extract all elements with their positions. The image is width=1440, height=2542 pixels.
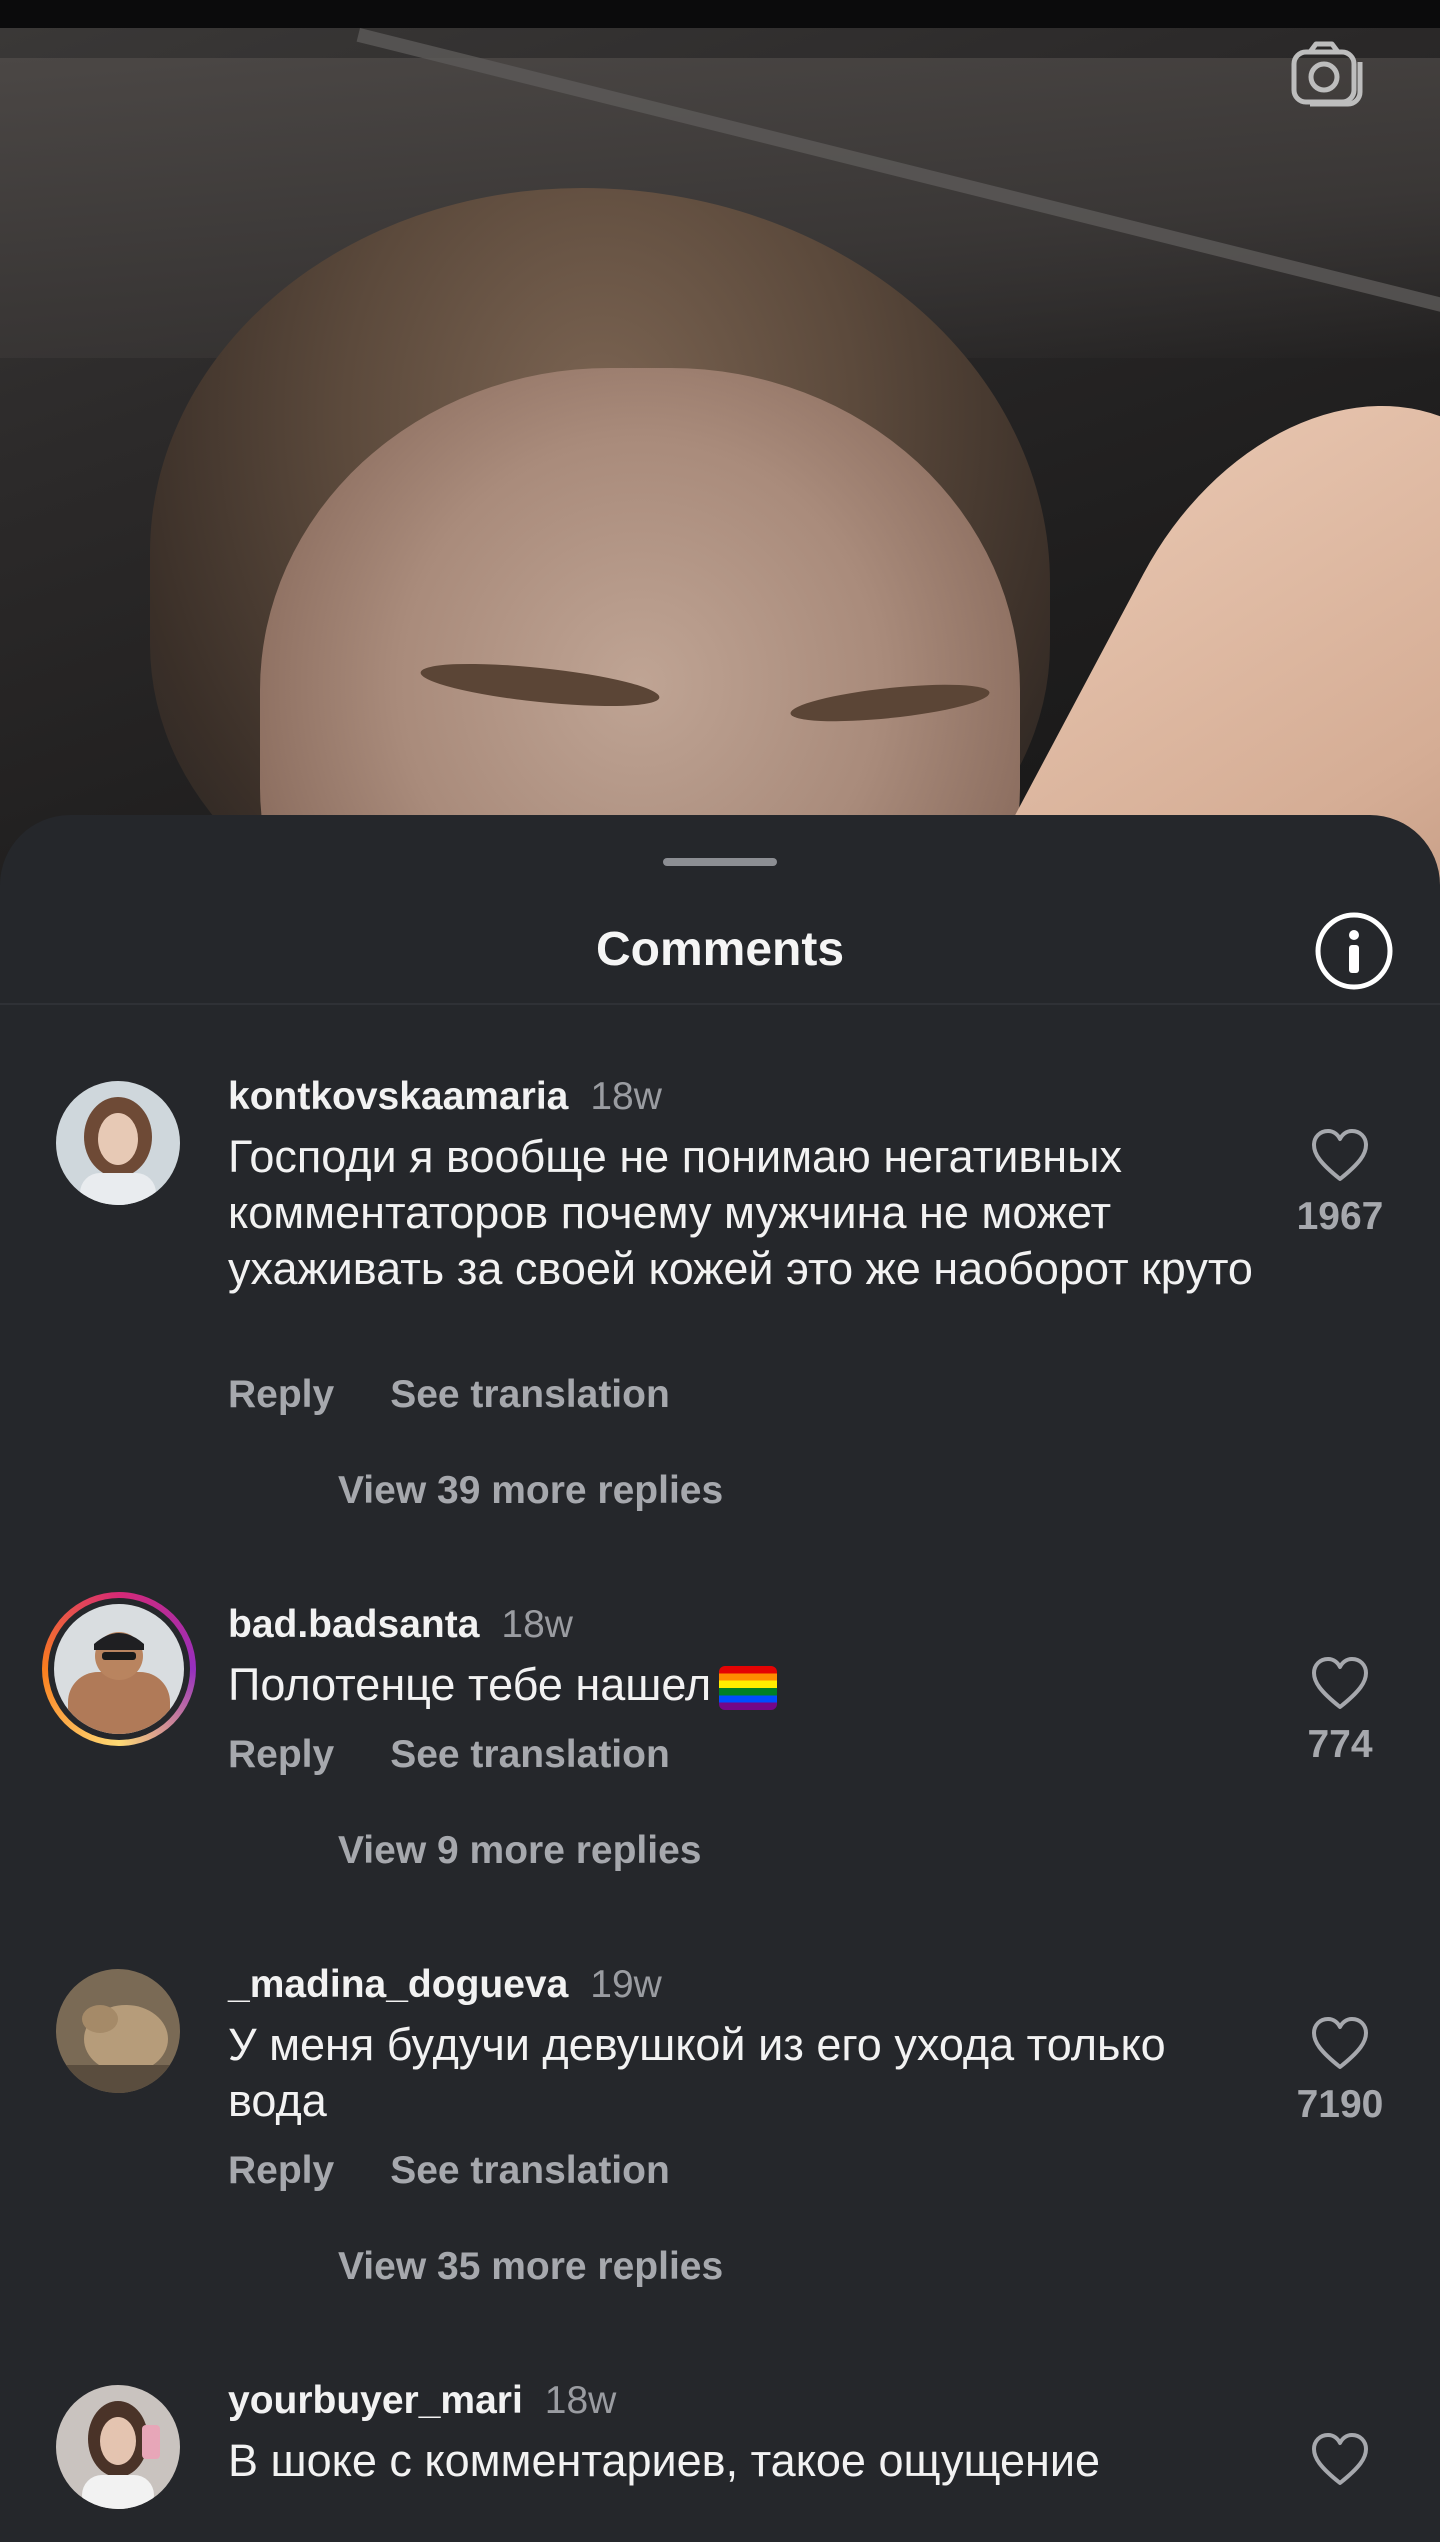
heart-icon xyxy=(1312,2017,1368,2069)
reply-button[interactable]: Reply xyxy=(228,1733,334,1776)
comment-username[interactable]: bad.badsanta xyxy=(228,1603,479,1646)
avatar-ring xyxy=(48,1598,190,1740)
comments-header: Comments xyxy=(0,895,1440,1005)
avatar[interactable] xyxy=(56,1969,180,2093)
comment-header: yourbuyer_mari 18w xyxy=(228,2379,616,2423)
comment-text: У меня будучи девушкой из его ухода толь… xyxy=(228,2019,1166,2126)
comment-actions: Reply See translation xyxy=(228,1373,726,1417)
comment-username[interactable]: _madina_dogueva xyxy=(228,1963,568,2006)
like-count: 774 xyxy=(1307,1723,1373,1766)
page-title: Comments xyxy=(595,923,845,976)
reply-button[interactable]: Reply xyxy=(228,1373,334,1416)
camera-icon xyxy=(1291,41,1363,107)
like-count: 7190 xyxy=(1296,2083,1384,2126)
like-button[interactable]: 1967 xyxy=(1270,1127,1410,1239)
heart-icon xyxy=(1312,2433,1368,2485)
comment-text: Господи я вообще не понимаю негативных к… xyxy=(228,1131,1253,1294)
comment-header: bad.badsanta 18w xyxy=(228,1603,573,1647)
comment-time: 18w xyxy=(590,1075,662,1118)
status-bar xyxy=(0,0,1440,28)
see-translation-button[interactable]: See translation xyxy=(390,1733,670,1776)
like-count: 1967 xyxy=(1296,1195,1384,1238)
like-button[interactable] xyxy=(1270,2431,1410,2487)
rainbow-flag-icon xyxy=(719,1666,778,1711)
comments-sheet: Comments kontkovskaamaria 18w Господи я … xyxy=(0,815,1440,2542)
heart-icon xyxy=(1312,1657,1368,1709)
comment-text: Полотенце тебе нашел xyxy=(228,1657,1268,1713)
comment-text: В шоке с комментариев, такое ощущение xyxy=(228,2435,1101,2486)
comment-actions: Reply See translation xyxy=(228,2149,726,2193)
drag-handle[interactable] xyxy=(663,858,777,866)
avatar-photo-icon xyxy=(56,2385,180,2509)
comment-text-content: Полотенце тебе нашел xyxy=(228,1659,712,1710)
heart-icon xyxy=(1312,1129,1368,1181)
camera-button[interactable] xyxy=(1286,34,1366,114)
see-translation-button[interactable]: See translation xyxy=(390,1373,670,1416)
view-replies-button[interactable]: View 35 more replies xyxy=(338,2245,723,2289)
avatar[interactable] xyxy=(56,2385,180,2509)
like-button[interactable]: 7190 xyxy=(1270,2015,1410,2127)
info-icon xyxy=(1315,912,1393,990)
comment-header: kontkovskaamaria 18w xyxy=(228,1075,662,1119)
view-replies-button[interactable]: View 9 more replies xyxy=(338,1829,701,1873)
comment-header: _madina_dogueva 19w xyxy=(228,1963,662,2007)
avatar-photo-story-icon xyxy=(54,1604,184,1734)
view-replies-button[interactable]: View 39 more replies xyxy=(338,1469,723,1513)
comment-time: 18w xyxy=(544,2379,617,2422)
see-translation-button[interactable]: See translation xyxy=(390,2149,670,2192)
reply-button[interactable]: Reply xyxy=(228,2149,334,2192)
info-button[interactable] xyxy=(1314,911,1394,991)
avatar-photo-icon xyxy=(56,1081,180,1205)
avatar[interactable] xyxy=(56,1081,180,1205)
comment-username[interactable]: yourbuyer_mari xyxy=(228,2379,523,2422)
video-player[interactable] xyxy=(0,28,1440,888)
avatar-image xyxy=(54,1604,184,1734)
comment-actions: Reply See translation xyxy=(228,1733,726,1777)
avatar-photo-icon xyxy=(56,1969,180,2093)
comment-time: 19w xyxy=(590,1963,662,2006)
comment-time: 18w xyxy=(501,1603,573,1646)
avatar[interactable] xyxy=(42,1592,196,1746)
like-button[interactable]: 774 xyxy=(1270,1655,1410,1767)
comment-username[interactable]: kontkovskaamaria xyxy=(228,1075,568,1118)
